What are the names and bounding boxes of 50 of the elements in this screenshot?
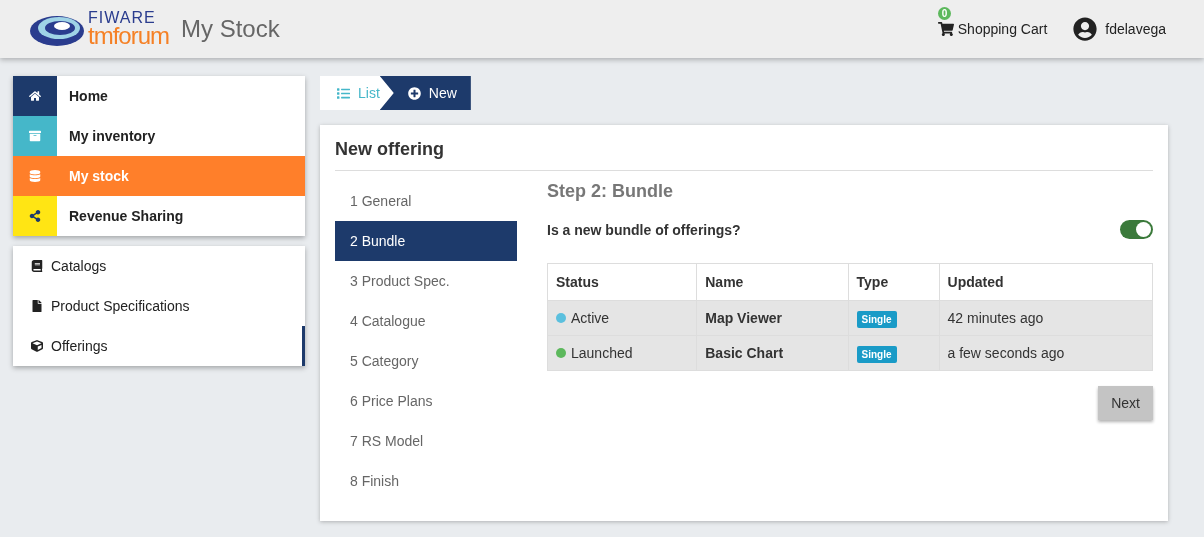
user-icon [1073, 17, 1098, 41]
table-row[interactable]: Launched Basic Chart Single a few seconds ago [547, 335, 1153, 371]
status-text: Active [571, 310, 610, 326]
list-icon [337, 86, 350, 100]
shopping-cart-link[interactable]: Shopping Cart 0 [937, 7, 1048, 37]
next-button[interactable]: Next [1098, 386, 1153, 420]
module-menu-item[interactable]: Revenue Sharing [13, 196, 305, 236]
database-icon [29, 170, 41, 182]
cube-icon [31, 340, 43, 352]
panel-title: New offering [335, 125, 1153, 171]
home-icon [29, 90, 41, 102]
wizard-step[interactable]: 4 Catalogue [335, 301, 517, 341]
share-icon [29, 210, 41, 222]
bundle-toggle[interactable] [1120, 220, 1153, 239]
type-label: Single [856, 346, 897, 363]
column-header: Type [848, 263, 939, 301]
logo-text: tmforum [88, 24, 169, 48]
type-label: Single [856, 311, 897, 328]
wizard-step[interactable]: 1 General [335, 181, 517, 221]
cart-count-badge: 0 [937, 7, 952, 20]
book-icon [31, 260, 43, 272]
submenu-item[interactable]: Offerings [13, 326, 305, 366]
wizard-step[interactable]: 3 Product Spec. [335, 261, 517, 301]
cart-icon [937, 21, 954, 37]
file-icon [31, 300, 43, 312]
user-menu[interactable]: fdelavega [1073, 17, 1166, 41]
logo-text: FIWARE [88, 10, 157, 26]
breadcrumb-tab[interactable]: New [379, 76, 471, 110]
archive-box-icon [29, 130, 41, 142]
wizard-step[interactable]: 7 RS Model [335, 421, 517, 461]
bundle-question: Is a new bundle of offerings? [547, 221, 741, 238]
table-row[interactable]: Active Map Viewer Single 42 minutes ago [547, 300, 1153, 336]
wizard-step[interactable]: 2 Bundle [335, 221, 517, 261]
wizard-step[interactable]: 5 Category [335, 341, 517, 381]
column-header: Status [547, 263, 697, 301]
wizard-step[interactable]: 8 Finish [335, 461, 517, 501]
status-text: Launched [571, 345, 633, 361]
wizard-step[interactable]: 6 Price Plans [335, 381, 517, 421]
updated-time: 42 minutes ago [947, 310, 1044, 326]
submenu-item[interactable]: Catalogs [13, 246, 305, 286]
column-header: Name [696, 263, 849, 301]
offering-name: Map Viewer [705, 310, 782, 326]
updated-time: a few seconds ago [947, 345, 1065, 361]
submenu-item[interactable]: Product Specifications [13, 286, 305, 326]
module-menu-item[interactable]: My inventory [13, 116, 305, 156]
step-title: Step 2: Bundle [547, 181, 674, 202]
page-title: My Stock [181, 15, 280, 43]
offering-name: Basic Chart [705, 345, 784, 361]
module-menu-item[interactable]: Home [13, 76, 305, 116]
column-header: Updated [939, 263, 1153, 301]
